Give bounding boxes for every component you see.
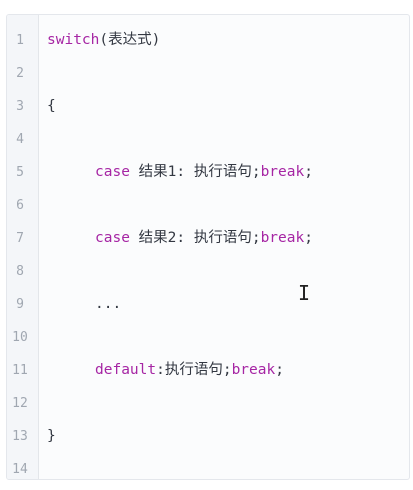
keyword-default: default <box>95 362 157 378</box>
code-line-4[interactable]: 4 <box>7 123 409 156</box>
code-line-2[interactable]: 2 <box>7 57 409 90</box>
code-text: default:执行语句;break; <box>47 354 284 387</box>
code-line-9[interactable]: 9 ... <box>7 288 409 321</box>
line-number: 8 <box>16 264 24 279</box>
line-number: 5 <box>16 165 24 180</box>
code-segment: 结果1: 执行语句; <box>129 164 261 180</box>
code-line-10[interactable]: 10 <box>7 321 409 354</box>
line-number: 2 <box>16 66 24 81</box>
code-text: case 结果1: 执行语句;break; <box>47 156 313 189</box>
line-number: 4 <box>16 132 24 147</box>
code-line-3[interactable]: 3 { <box>7 90 409 123</box>
keyword-break: break <box>231 362 276 378</box>
code-segment: 结果2: 执行语句; <box>129 230 261 246</box>
code-segment: ; <box>304 230 313 246</box>
text-cursor-icon: I <box>298 281 311 305</box>
code-editor[interactable]: 1 switch(表达式) 2 3 { 4 5 case 结果1: 执行语句;b… <box>6 14 410 480</box>
code-segment: :执行语句; <box>156 362 232 378</box>
code-segment: (表达式) <box>99 32 161 48</box>
line-number: 14 <box>12 462 28 477</box>
line-number: 6 <box>16 198 24 213</box>
code-line-8[interactable]: 8 <box>7 255 409 288</box>
code-text: ... <box>47 288 121 321</box>
code-text: { <box>47 90 56 123</box>
line-number: 11 <box>12 363 28 378</box>
keyword-break: break <box>260 164 305 180</box>
line-number: 12 <box>12 396 28 411</box>
keyword-case: case <box>95 164 130 180</box>
code-segment: ; <box>275 362 284 378</box>
code-line-7[interactable]: 7 case 结果2: 执行语句;break; <box>7 222 409 255</box>
open-brace: { <box>47 98 56 114</box>
code-line-11[interactable]: 11 default:执行语句;break; <box>7 354 409 387</box>
line-number: 7 <box>16 231 24 246</box>
line-number: 9 <box>16 297 24 312</box>
code-line-1[interactable]: 1 switch(表达式) <box>7 24 409 57</box>
line-number: 10 <box>12 330 28 345</box>
line-number: 1 <box>16 33 24 48</box>
ellipsis: ... <box>95 296 122 312</box>
line-number: 13 <box>12 429 28 444</box>
code-line-12[interactable]: 12 <box>7 387 409 420</box>
close-brace: } <box>47 428 56 444</box>
code-line-6[interactable]: 6 <box>7 189 409 222</box>
keyword-switch: switch <box>47 32 100 48</box>
line-number: 3 <box>16 99 24 114</box>
code-line-5[interactable]: 5 case 结果1: 执行语句;break; <box>7 156 409 189</box>
code-segment: ; <box>304 164 313 180</box>
code-line-13[interactable]: 13 } <box>7 420 409 453</box>
code-text: case 结果2: 执行语句;break; <box>47 222 313 255</box>
keyword-break: break <box>260 230 305 246</box>
code-line-14[interactable]: 14 <box>7 453 409 479</box>
code-text: switch(表达式) <box>47 24 160 57</box>
keyword-case: case <box>95 230 130 246</box>
code-text: } <box>47 420 56 453</box>
